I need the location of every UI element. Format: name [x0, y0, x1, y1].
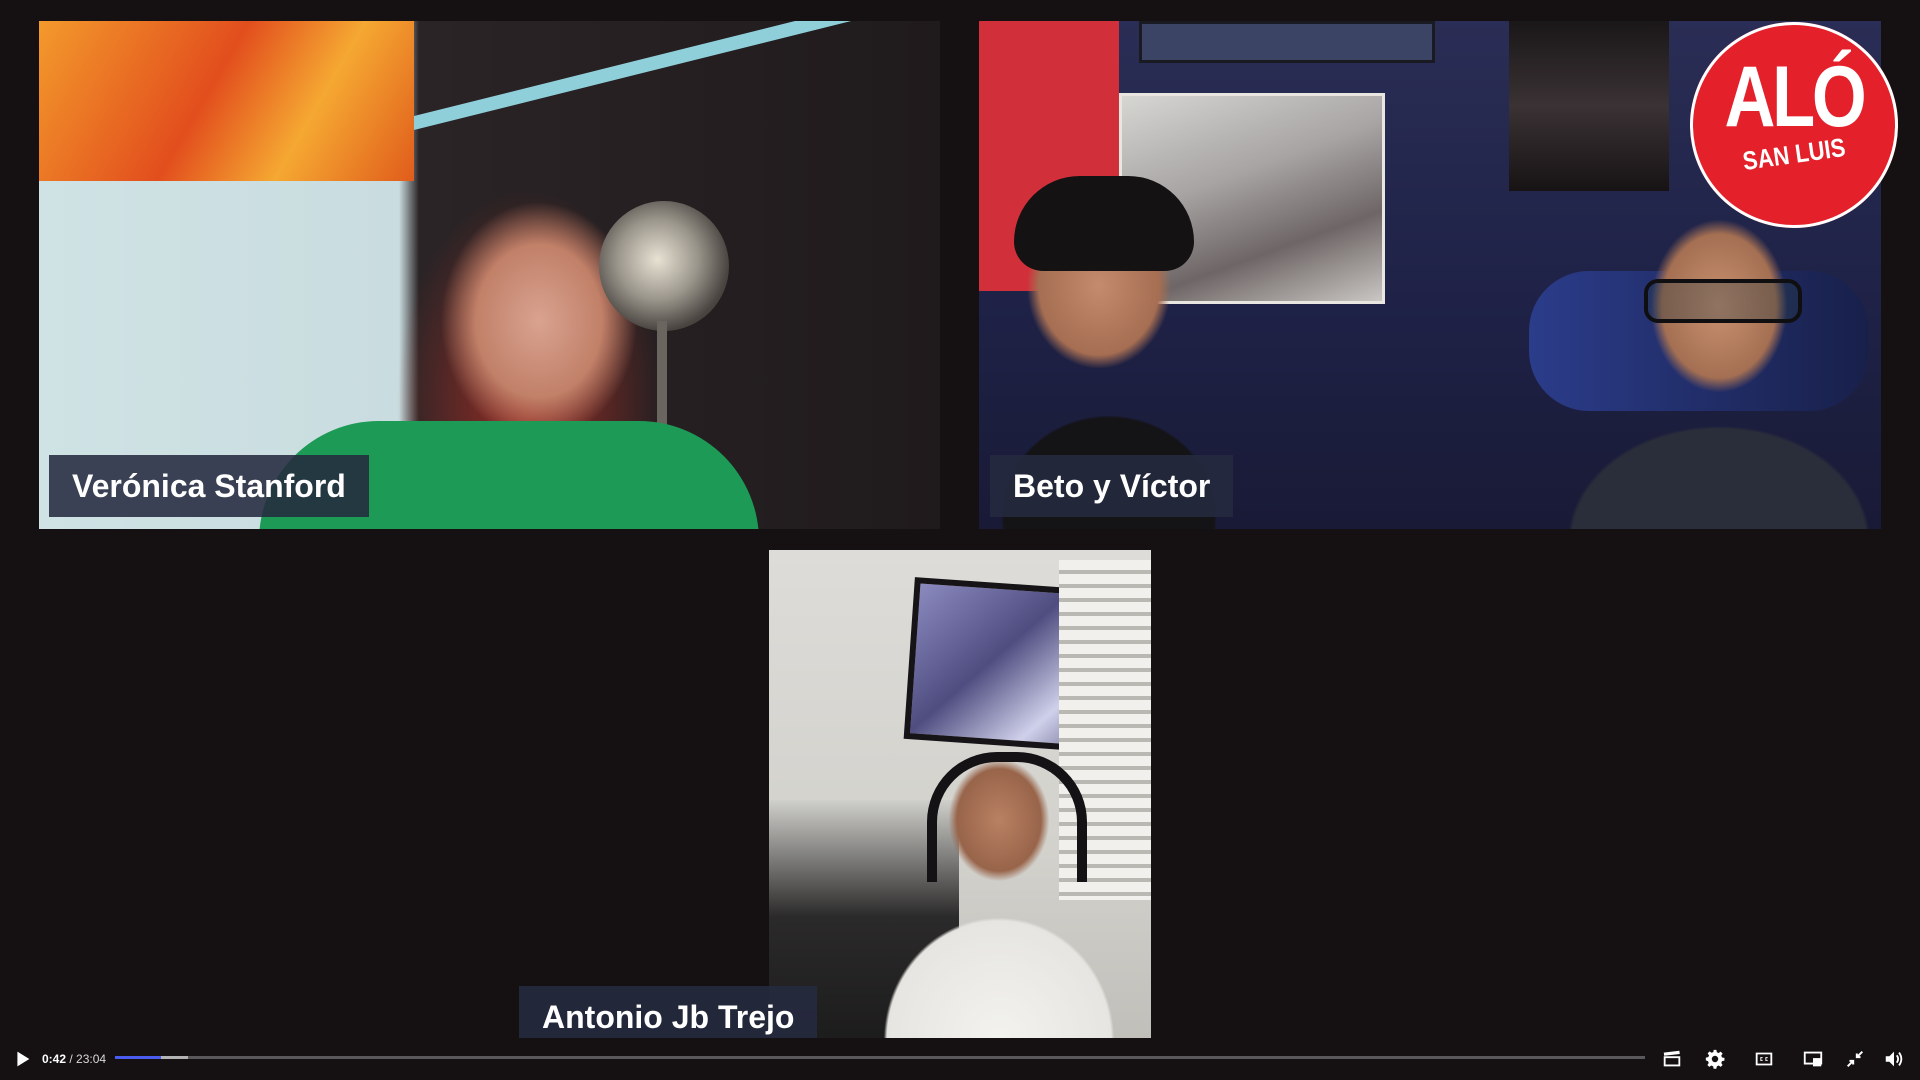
studio-lamp: [599, 201, 729, 331]
clapperboard-icon: [1663, 1050, 1681, 1067]
headphones-icon: [927, 752, 1087, 882]
time-display: 0:42 / 23:04: [42, 1050, 106, 1068]
wall-frame: [1139, 21, 1435, 63]
seek-bar[interactable]: [115, 1056, 1645, 1059]
wall-painting: [39, 21, 414, 181]
settings-button[interactable]: [1703, 1048, 1727, 1070]
current-time: 0:42: [42, 1052, 67, 1066]
exit-fullscreen-button[interactable]: [1843, 1048, 1867, 1070]
cc-icon: [1755, 1052, 1773, 1066]
participant-hair: [1014, 176, 1194, 271]
video-tile-veronica: [39, 21, 940, 529]
time-separator: /: [66, 1052, 77, 1066]
wall-stripe: [414, 21, 934, 130]
play-button[interactable]: [10, 1048, 34, 1070]
played-bar: [115, 1056, 162, 1059]
alo-san-luis-logo: ALÓ SAN LUIS: [1690, 22, 1898, 228]
video-tile-antonio: [769, 550, 1151, 1057]
clip-button[interactable]: [1660, 1048, 1684, 1070]
participant-name-label: Beto y Víctor: [990, 455, 1234, 517]
logo-main-text: ALÓ: [1724, 49, 1866, 145]
glasses: [1644, 279, 1802, 323]
play-icon: [17, 1051, 30, 1067]
video-stage[interactable]: Verónica Stanford Beto y Víctor Antonio …: [0, 0, 1920, 1080]
participant-figure: [849, 710, 1149, 1057]
player-controls: 0:42 / 23:04: [0, 1038, 1920, 1080]
duration: 23:04: [76, 1052, 107, 1066]
miniplayer-button[interactable]: [1801, 1048, 1825, 1070]
captions-button[interactable]: [1752, 1048, 1776, 1070]
miniplayer-icon: [1803, 1051, 1823, 1067]
volume-icon: [1885, 1051, 1903, 1067]
gear-icon: [1705, 1049, 1725, 1069]
exit-fullscreen-icon: [1846, 1050, 1864, 1068]
volume-button[interactable]: [1882, 1048, 1906, 1070]
participant-name-label: Verónica Stanford: [49, 455, 369, 517]
